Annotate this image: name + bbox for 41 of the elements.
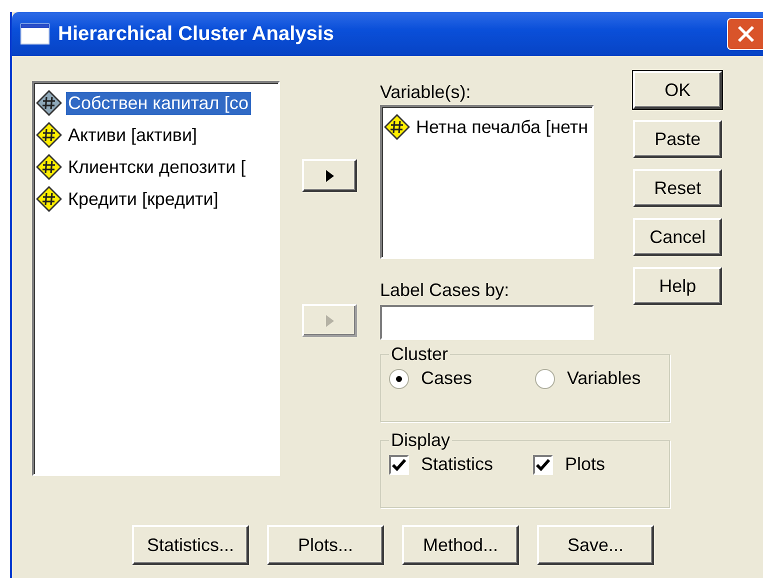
variable-icon: [36, 154, 62, 180]
checkbox[interactable]: [533, 454, 553, 474]
variable-icon: [36, 90, 62, 116]
variable-list-item[interactable]: Клиентски депозити [: [66, 156, 248, 178]
dialog-button[interactable]: Reset: [633, 169, 722, 207]
group-title: Display: [390, 430, 452, 450]
dialog-button[interactable]: Cancel: [633, 218, 722, 256]
variable-list-item[interactable]: Нетна печалба [нетн: [414, 116, 590, 138]
dialog-button[interactable]: Method...: [402, 525, 519, 565]
window-title: Hierarchical Cluster Analysis: [58, 22, 336, 46]
right-triangle-icon: [326, 314, 334, 326]
variable-icon: [36, 122, 62, 148]
group-title: Cluster: [390, 344, 450, 364]
dialog-button[interactable]: Plots...: [267, 525, 384, 565]
radio-button[interactable]: [389, 368, 409, 388]
move-arrow-button[interactable]: [302, 159, 357, 192]
variable-list-item[interactable]: Собствен капитал [со: [66, 92, 251, 114]
variables-list[interactable]: Нетна печалба [нетн: [380, 105, 594, 259]
dialog-button[interactable]: Statistics...: [132, 525, 249, 565]
close-icon: [736, 24, 756, 44]
checkbox-label: Statistics: [421, 454, 494, 475]
dialog-button[interactable]: OK: [633, 71, 722, 109]
source-variable-list[interactable]: Собствен капитал [со Активи [активи] Клиентски депозити [ Кредити [кредити]: [32, 81, 280, 476]
dialog-button[interactable]: Save...: [537, 525, 654, 565]
close-button[interactable]: [727, 18, 763, 50]
variables-label: Variable(s):: [380, 81, 472, 103]
label-cases-label: Label Cases by:: [380, 279, 510, 301]
variable-list-item[interactable]: Кредити [кредити]: [66, 188, 220, 210]
dialog-button[interactable]: Paste: [633, 120, 722, 158]
dialog-button[interactable]: Help: [633, 267, 722, 305]
label-cases-field[interactable]: [380, 305, 594, 340]
variable-icon: [36, 186, 62, 212]
radio-button[interactable]: [535, 368, 555, 388]
radio-label: Cases: [421, 368, 472, 389]
checkbox-label: Plots: [565, 454, 606, 475]
right-triangle-icon: [326, 170, 334, 182]
radio-label: Variables: [567, 368, 641, 389]
checkbox[interactable]: [389, 454, 409, 474]
variable-list-item[interactable]: Активи [активи]: [66, 124, 200, 146]
window-icon: [20, 23, 50, 45]
variable-icon: [384, 114, 410, 140]
